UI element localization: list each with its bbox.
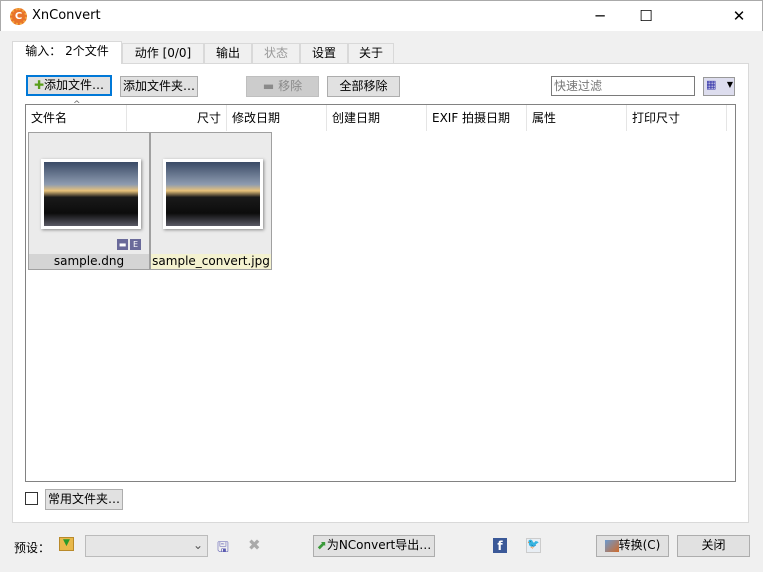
delete-preset-icon[interactable]: ✖ — [248, 536, 261, 554]
preset-select[interactable]: ⌄ — [85, 535, 208, 557]
file-name: sample.dng — [29, 254, 149, 269]
export-icon: ⬈ — [316, 538, 327, 552]
thumbnail-image — [41, 159, 141, 229]
window-title: XnConvert — [32, 8, 101, 23]
column-header-modified[interactable]: 修改日期 — [227, 105, 327, 131]
title-bar: C XnConvert ─ ☐ ✕ — [0, 0, 763, 31]
maximize-button[interactable]: ☐ — [623, 1, 669, 32]
sort-ascending-icon: ^ — [73, 100, 81, 110]
tab-actions[interactable]: 动作 [0/0] — [122, 43, 204, 63]
open-preset-folder-icon[interactable]: ▼ — [59, 537, 74, 551]
thumbnail-image — [163, 159, 263, 229]
favorite-folders-button[interactable]: 常用文件夹… — [45, 489, 123, 510]
tab-output[interactable]: 输出 — [204, 43, 252, 63]
chevron-down-icon: ▼ — [726, 80, 733, 89]
remove-all-button[interactable]: 全部移除 — [327, 76, 400, 97]
file-list[interactable]: 文件名 ^ 尺寸 修改日期 创建日期 EXIF 拍摄日期 属性 打印尺寸 ▬ E… — [25, 100, 736, 482]
convert-icon — [604, 539, 619, 552]
favorites-checkbox[interactable] — [25, 492, 38, 505]
twitter-icon[interactable]: 🐦 — [526, 538, 541, 553]
plus-icon: ✚ — [33, 78, 45, 92]
app-logo-icon: C — [10, 8, 27, 25]
view-mode-dropdown[interactable]: ▦ ▼ — [703, 77, 735, 96]
minimize-button[interactable]: ─ — [577, 1, 623, 32]
export-nconvert-button[interactable]: ⬈为NConvert导出… — [313, 535, 435, 557]
file-name: sample_convert.jpg — [151, 254, 271, 269]
file-thumbnail[interactable]: sample_convert.jpg — [150, 132, 272, 270]
tab-input[interactable]: 输入： 2个文件 — [12, 41, 122, 64]
tab-settings[interactable]: 设置 — [300, 43, 348, 63]
quick-filter-input[interactable]: 快速过滤 — [551, 76, 695, 96]
column-header-size[interactable]: 尺寸 — [127, 105, 227, 131]
close-button[interactable]: 关闭 — [677, 535, 750, 557]
column-header-attributes[interactable]: 属性 — [527, 105, 627, 131]
add-files-button[interactable]: ✚添加文件… — [26, 75, 112, 96]
chevron-down-icon: ⌄ — [192, 538, 203, 552]
convert-button[interactable]: 转换(C) — [596, 535, 669, 557]
close-window-button[interactable]: ✕ — [716, 1, 762, 32]
tab-about[interactable]: 关于 — [348, 43, 394, 63]
raw-badge-icon: ▬ — [117, 239, 128, 250]
file-thumbnail[interactable]: ▬ E sample.dng — [28, 132, 150, 270]
minus-icon: ▬ — [262, 79, 279, 93]
save-preset-icon[interactable]: 🖫 — [217, 537, 229, 561]
preset-label: 预设： — [14, 541, 51, 555]
add-folder-button[interactable]: 添加文件夹… — [120, 76, 198, 97]
column-header-exif-date[interactable]: EXIF 拍摄日期 — [427, 105, 527, 131]
exif-badge-icon: E — [130, 239, 141, 250]
column-header-created[interactable]: 创建日期 — [327, 105, 427, 131]
tab-status[interactable]: 状态 — [252, 43, 300, 63]
facebook-icon[interactable]: f — [493, 538, 507, 553]
grid-view-icon: ▦ — [706, 78, 717, 91]
column-header-print-size[interactable]: 打印尺寸 — [627, 105, 727, 131]
remove-button[interactable]: ▬ 移除 — [246, 76, 319, 97]
